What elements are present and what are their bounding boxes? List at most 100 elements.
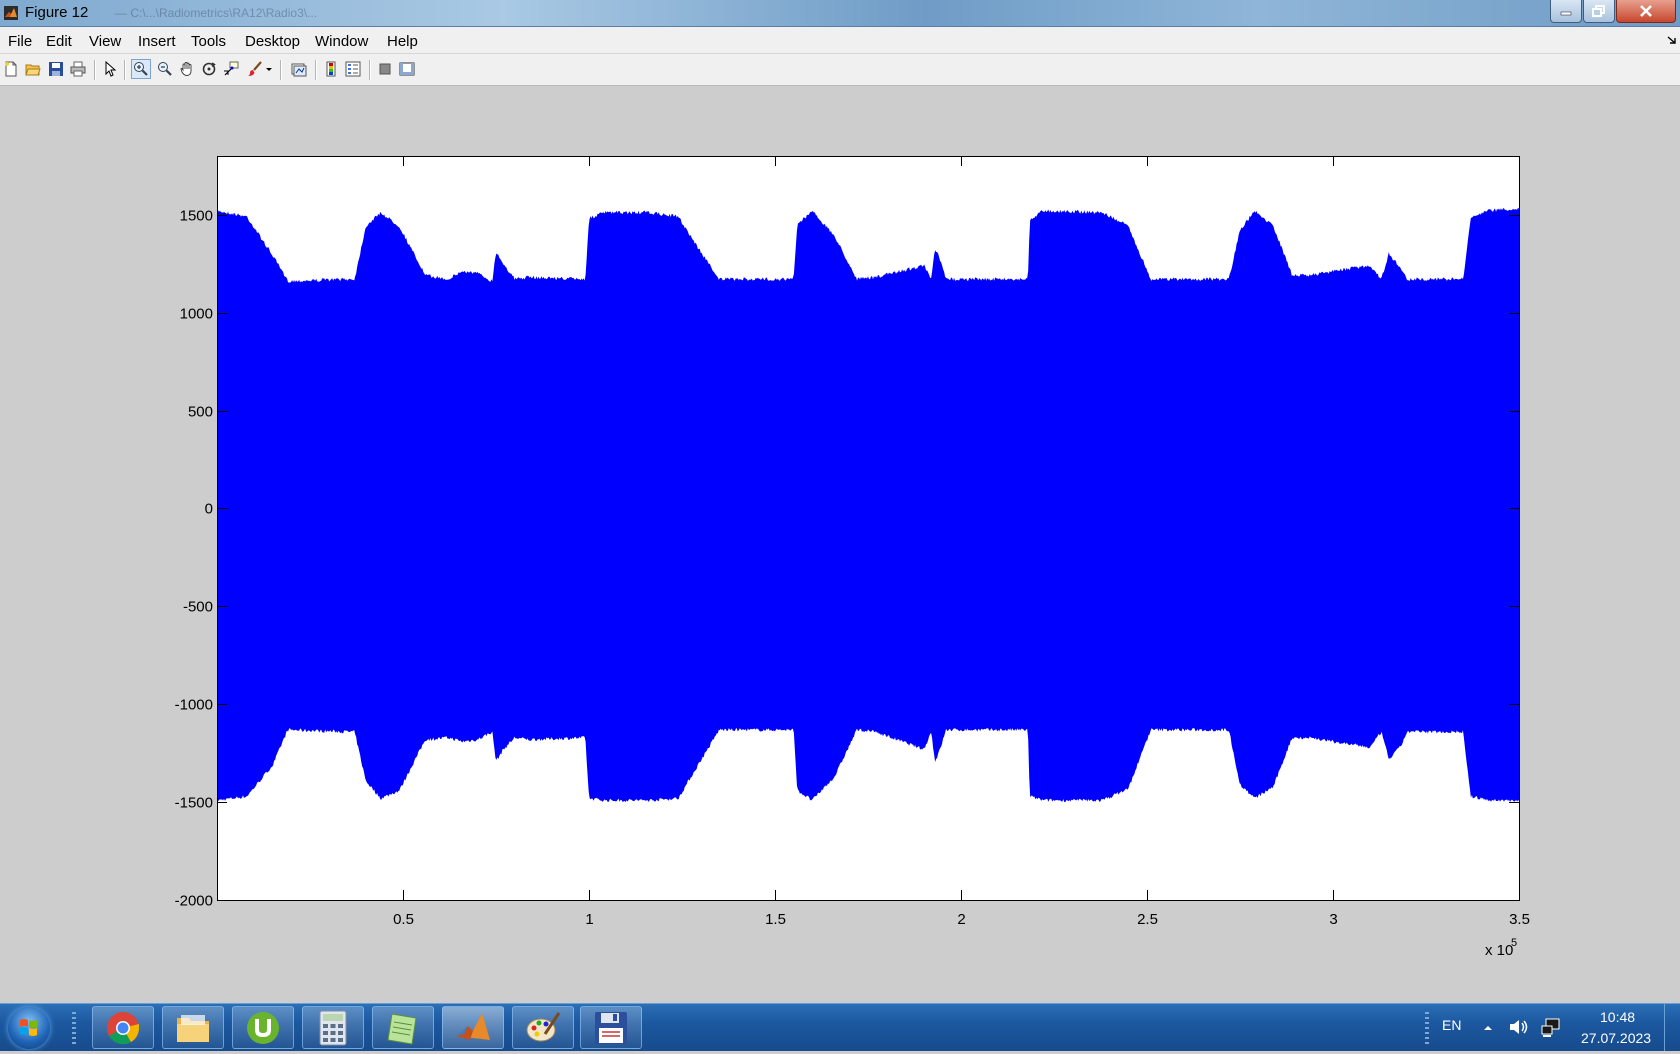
menu-tools[interactable]: Tools (191, 33, 226, 50)
clock-date[interactable]: 27.07.2023 (1581, 1030, 1651, 1046)
taskbar-notepad[interactable] (372, 1006, 434, 1049)
print-icon (70, 61, 86, 77)
x-tick-label: 1 (585, 911, 593, 928)
tray-grip[interactable] (1425, 1012, 1429, 1046)
y-tick-label: 0 (205, 501, 213, 518)
x-exponent-label: x 10 (1485, 942, 1513, 959)
rotate-3d-button[interactable] (200, 60, 218, 78)
new-figure-button[interactable] (2, 60, 20, 78)
close-icon (1640, 5, 1652, 17)
menu-insert[interactable]: Insert (138, 33, 176, 50)
y-tick-label: -1500 (175, 795, 213, 812)
hide-plot-tools-button[interactable] (376, 60, 394, 78)
floppy-save-icon (595, 1011, 627, 1044)
show-plot-tools-button[interactable] (398, 60, 416, 78)
pan-button[interactable] (178, 60, 196, 78)
colorbar-button[interactable] (322, 60, 340, 78)
colorbar-icon (326, 61, 336, 77)
taskbar-paint[interactable] (512, 1006, 574, 1049)
toolbar-separator (280, 60, 282, 80)
dock-arrow-icon[interactable] (1667, 35, 1677, 45)
edit-plot-button[interactable] (101, 60, 119, 78)
show-hidden-icons-arrow-icon[interactable] (1482, 1023, 1494, 1033)
file-explorer-icon (177, 1014, 209, 1042)
zoom-in-button[interactable] (131, 59, 151, 79)
menu-desktop[interactable]: Desktop (245, 33, 300, 50)
save-button[interactable] (47, 60, 65, 78)
menu-edit[interactable]: Edit (46, 33, 72, 50)
network-icon[interactable] (1540, 1017, 1562, 1039)
show-desktop-button[interactable] (1664, 1004, 1680, 1051)
taskbar-grip[interactable] (72, 1012, 76, 1046)
data-cursor-icon (224, 61, 239, 76)
menu-window[interactable]: Window (315, 33, 368, 50)
legend-icon (345, 61, 361, 77)
x-tick-label: 0.5 (393, 911, 414, 928)
y-tick-label: -1000 (175, 697, 213, 714)
x-tick-label: 2 (957, 911, 965, 928)
x-tick-label: 3 (1329, 911, 1337, 928)
y-tick-label: -500 (183, 599, 213, 616)
toolbar-separator (124, 60, 126, 80)
window-ghost-title: — C:\...\Radiometrics\RA12\Radio3\... (115, 6, 318, 20)
clock-time[interactable]: 10:48 (1600, 1009, 1635, 1025)
edit-plot-pointer-icon (105, 61, 117, 77)
figure-canvas[interactable]: 0.5 1 1.5 2 2.5 3 3.5 1500 1000 500 0 -500 -1000 -15… (0, 86, 1680, 1003)
save-icon (49, 62, 63, 76)
legend-button[interactable] (344, 60, 362, 78)
print-button[interactable] (69, 60, 87, 78)
signal-series-fill (217, 207, 1519, 803)
menu-help[interactable]: Help (387, 33, 418, 50)
figure-toolbar (0, 54, 1680, 86)
paint-icon (526, 1011, 561, 1041)
brush-button[interactable] (246, 60, 264, 78)
close-button[interactable] (1616, 0, 1676, 23)
window-title: Figure 12 (25, 4, 89, 21)
x-exponent-power: 5 (1511, 937, 1517, 949)
minimize-button[interactable] (1550, 0, 1582, 23)
taskbar-matlab[interactable] (442, 1006, 504, 1049)
new-figure-icon (5, 61, 17, 77)
show-plot-tools-icon (399, 62, 415, 76)
brush-dropdown-button[interactable] (264, 60, 274, 78)
menu-view[interactable]: View (89, 33, 121, 50)
toolbar-separator (369, 60, 371, 80)
zoom-out-icon (158, 62, 172, 76)
y-tick-label: 500 (188, 404, 213, 421)
chrome-icon (107, 1011, 140, 1044)
y-tick-label: 1500 (180, 208, 213, 225)
utorrent-icon (247, 1011, 279, 1044)
open-file-button[interactable] (24, 60, 42, 78)
restore-icon (1592, 5, 1605, 17)
taskbar-utorrent[interactable] (232, 1006, 294, 1049)
taskbar-floppy[interactable] (580, 1006, 642, 1049)
zoom-out-button[interactable] (156, 60, 174, 78)
matlab-icon (456, 1012, 490, 1040)
x-tick-label: 3.5 (1509, 911, 1530, 928)
taskbar-calculator[interactable] (302, 1006, 364, 1049)
menu-file[interactable]: File (8, 33, 32, 50)
y-tick-label: -2000 (175, 893, 213, 910)
plot-svg[interactable]: 0.5 1 1.5 2 2.5 3 3.5 1500 1000 500 0 -500 -1000 -15… (0, 86, 1680, 1003)
restore-button[interactable] (1583, 0, 1615, 23)
x-tick-label: 2.5 (1137, 911, 1158, 928)
windows-taskbar: EN 10:48 27.07.2023 (0, 1003, 1680, 1051)
menu-bar: File Edit View Insert Tools Desktop Wind… (0, 27, 1680, 54)
brush-icon (248, 61, 262, 76)
chevron-down-icon (266, 68, 272, 71)
data-cursor-button[interactable] (222, 60, 240, 78)
pan-hand-icon (180, 62, 192, 76)
taskbar-chrome[interactable] (92, 1006, 154, 1049)
y-tick-label: 1000 (180, 306, 213, 323)
toolbar-separator (315, 60, 317, 80)
hide-plot-tools-icon (379, 63, 391, 75)
taskbar-explorer[interactable] (162, 1006, 224, 1049)
window-titlebar[interactable]: Figure 12 — C:\...\Radiometrics\RA12\Rad… (0, 0, 1680, 27)
open-file-icon (25, 64, 41, 76)
zoom-in-icon (134, 62, 148, 76)
language-indicator[interactable]: EN (1442, 1017, 1461, 1033)
link-plot-button[interactable] (290, 60, 308, 78)
link-plot-icon (291, 63, 307, 77)
start-button[interactable] (8, 1007, 50, 1049)
volume-icon[interactable] (1508, 1017, 1530, 1037)
